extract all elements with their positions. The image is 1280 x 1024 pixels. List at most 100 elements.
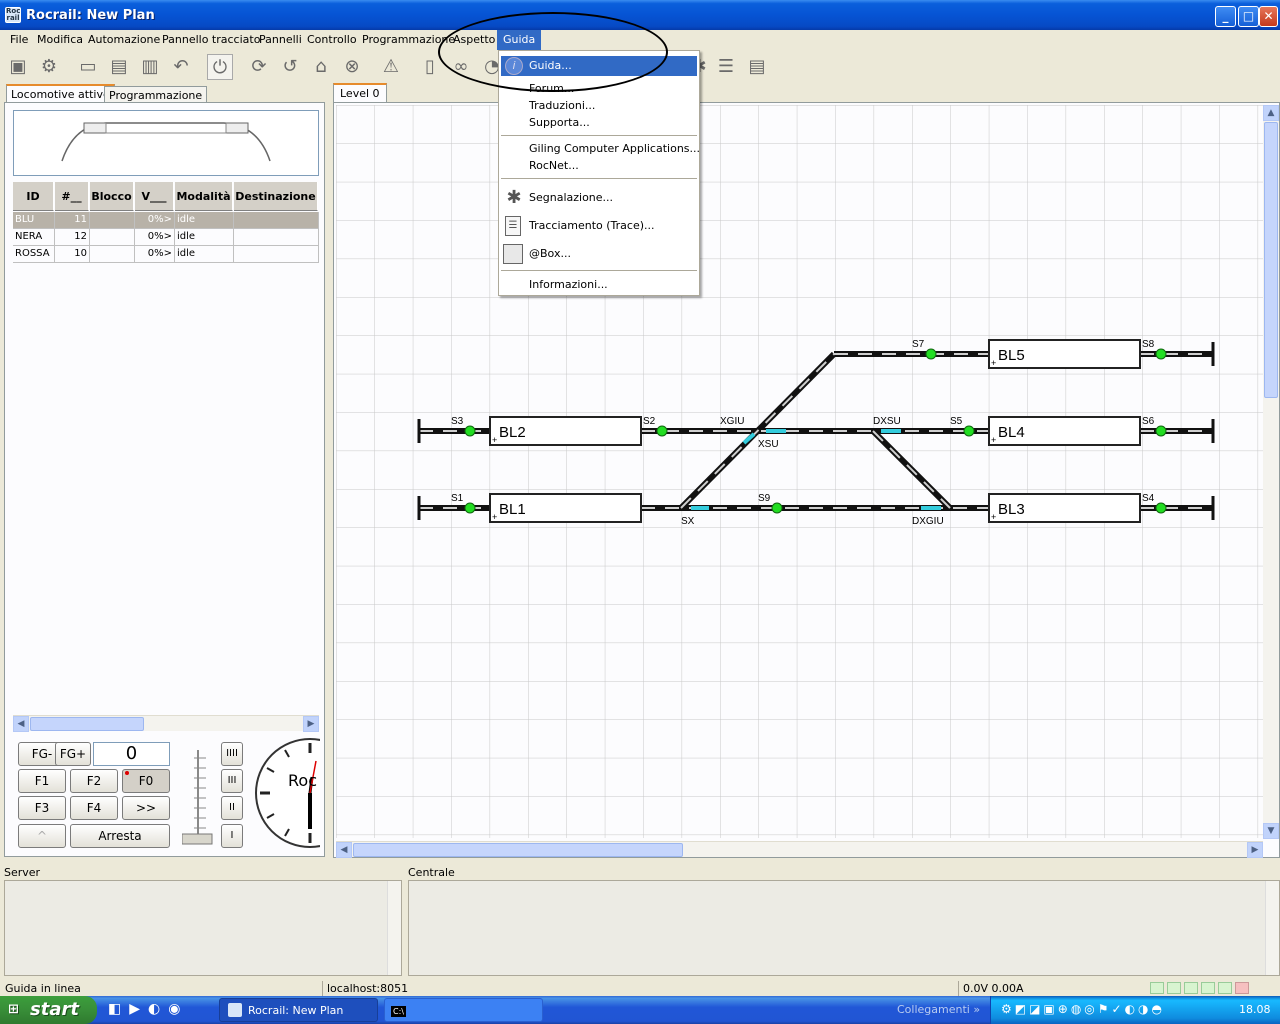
signal-s7[interactable] xyxy=(925,348,937,360)
more-functions-button[interactable]: >> xyxy=(122,796,170,820)
col-modalita[interactable]: Modalità xyxy=(175,182,233,211)
signal-s8[interactable] xyxy=(1155,348,1167,360)
menu-item-trace[interactable]: ☰ Tracciamento (Trace)... xyxy=(499,215,699,237)
speed-step-2-button[interactable]: II xyxy=(221,796,243,820)
fg-plus-button[interactable]: FG+ xyxy=(55,742,91,766)
save-icon[interactable]: ▤ xyxy=(106,54,132,80)
speed-step-1-button[interactable]: I xyxy=(221,824,243,848)
warning-icon[interactable]: ⚠ xyxy=(378,54,404,80)
scroll-thumb[interactable] xyxy=(353,843,683,857)
plan-vscrollbar[interactable]: ▲ ▼ xyxy=(1263,105,1279,839)
signal-s6[interactable] xyxy=(1155,425,1167,437)
server-log-scrollbar[interactable] xyxy=(387,881,401,975)
signal-s9[interactable] xyxy=(771,502,783,514)
menu-separator xyxy=(501,178,697,179)
quick-launch[interactable]: ◧▶◐◉ xyxy=(108,1001,198,1019)
scroll-down-icon[interactable]: ▼ xyxy=(1263,823,1279,839)
f3-button[interactable]: F3 xyxy=(18,796,66,820)
track-plan-canvas[interactable]: BL5 + BL2 + BL4 + BL1 + BL3 + S7 S8 S3 S… xyxy=(336,105,1265,838)
menu-controllo[interactable]: Controllo xyxy=(301,30,363,50)
menu-item-rocnet[interactable]: RocNet... xyxy=(499,156,699,176)
scroll-thumb[interactable] xyxy=(30,717,144,731)
server-log[interactable] xyxy=(4,880,402,976)
block-bl2[interactable]: BL2 + xyxy=(489,416,642,446)
scroll-up-icon[interactable]: ▲ xyxy=(1263,105,1279,121)
links-toolbar[interactable]: Collegamenti » xyxy=(897,1003,980,1016)
box-icon[interactable]: ▤ xyxy=(744,54,770,80)
menu-automazione[interactable]: Automazione xyxy=(82,30,166,50)
signal-s5[interactable] xyxy=(963,425,975,437)
speed-step-3-button[interactable]: III xyxy=(221,769,243,793)
open-folder-icon[interactable]: ▭ xyxy=(75,54,101,80)
col-id[interactable]: ID xyxy=(13,182,54,211)
menu-item-label: Tracciamento (Trace)... xyxy=(529,219,655,232)
status-indicators xyxy=(1150,982,1278,995)
cancel-icon[interactable]: ⊗ xyxy=(339,54,365,80)
menu-pannelli[interactable]: Pannelli xyxy=(253,30,308,50)
col-number[interactable]: #__ xyxy=(55,182,89,211)
speed-display[interactable]: 0 xyxy=(93,742,170,766)
centrale-log-scrollbar[interactable] xyxy=(1265,881,1279,975)
speed-step-4-button[interactable]: IIII xyxy=(221,742,243,766)
signal-label: S6 xyxy=(1142,416,1155,427)
trace-list-icon[interactable]: ☰ xyxy=(713,54,739,80)
f1-button[interactable]: F1 xyxy=(18,769,66,793)
scroll-left-icon[interactable]: ◀ xyxy=(336,842,352,858)
svg-text:+: + xyxy=(991,512,996,522)
menu-item-label: Informazioni... xyxy=(529,278,608,291)
minimize-button[interactable]: _ xyxy=(1215,6,1236,27)
cell-number: 12 xyxy=(55,229,90,246)
signal-s4[interactable] xyxy=(1155,502,1167,514)
tab-level-0[interactable]: Level 0 xyxy=(333,83,387,103)
maximize-button[interactable]: □ xyxy=(1238,6,1259,27)
centrale-log[interactable] xyxy=(408,880,1280,976)
scroll-right-icon[interactable]: ▶ xyxy=(303,716,319,732)
tray-clock[interactable]: 18.08 xyxy=(1239,1003,1271,1016)
direction-button[interactable]: ^ xyxy=(18,824,66,848)
gear-icon[interactable]: ⚙ xyxy=(36,54,62,80)
signal-s1[interactable] xyxy=(464,502,476,514)
menu-pannello-tracciato[interactable]: Pannello tracciato xyxy=(156,30,266,50)
menu-modifica[interactable]: Modifica xyxy=(31,30,89,50)
print-icon[interactable]: ▥ xyxy=(137,54,163,80)
task-console[interactable]: C:\ xyxy=(384,998,543,1022)
col-blocco[interactable]: Blocco xyxy=(90,182,134,211)
block-bl3[interactable]: BL3 + xyxy=(988,493,1141,523)
server-icon[interactable]: ▣ xyxy=(5,54,31,80)
tray-icons[interactable]: ⚙◩◪▣⊕◍◎⚑✓◐◑◓ xyxy=(1001,1002,1221,1018)
undo-icon[interactable]: ↶ xyxy=(168,54,194,80)
signal-s3[interactable] xyxy=(464,425,476,437)
home-icon[interactable]: ⌂ xyxy=(308,54,334,80)
menu-item-supporta[interactable]: Supporta... xyxy=(499,113,699,133)
menu-item-informazioni[interactable]: Informazioni... xyxy=(499,275,699,295)
menu-item-segnalazione[interactable]: ✱ Segnalazione... xyxy=(499,187,699,209)
plan-hscrollbar[interactable]: ◀ ▶ xyxy=(336,841,1263,858)
scroll-thumb[interactable] xyxy=(1264,122,1278,398)
cell-v: 0%> xyxy=(135,212,175,229)
f2-button[interactable]: F2 xyxy=(70,769,118,793)
f0-button[interactable]: F0 xyxy=(122,769,170,793)
col-v[interactable]: V___ xyxy=(135,182,174,211)
f4-button[interactable]: F4 xyxy=(70,796,118,820)
scroll-left-icon[interactable]: ◀ xyxy=(13,716,29,732)
col-destinazione[interactable]: Destinazione xyxy=(234,182,318,211)
menu-file[interactable]: File xyxy=(4,30,34,50)
block-bl5[interactable]: BL5 + xyxy=(988,339,1141,369)
close-button[interactable]: ✕ xyxy=(1259,6,1278,27)
block-bl1[interactable]: BL1 + xyxy=(489,493,642,523)
loco-table-hscrollbar[interactable]: ◀ ▶ xyxy=(13,715,319,732)
menu-separator xyxy=(501,270,697,271)
scroll-right-icon[interactable]: ▶ xyxy=(1247,842,1263,858)
tab-locomotive-attive[interactable]: Locomotive attive xyxy=(6,84,115,104)
signal-s2[interactable] xyxy=(656,425,668,437)
block-bl4[interactable]: BL4 + xyxy=(988,416,1141,446)
menu-item-box[interactable]: @Box... xyxy=(499,243,699,265)
start-button[interactable]: ⊞ start xyxy=(0,996,97,1024)
speed-slider[interactable] xyxy=(181,748,214,846)
task-rocrail[interactable]: Rocrail: New Plan xyxy=(219,998,378,1022)
app-icon[interactable]: Roc rail xyxy=(5,7,21,23)
reset-icon[interactable]: ↺ xyxy=(277,54,303,80)
stop-button[interactable]: Arresta xyxy=(70,824,170,848)
sync-icon[interactable]: ⟳ xyxy=(246,54,272,80)
power-icon[interactable]: ⏻ xyxy=(207,54,233,80)
